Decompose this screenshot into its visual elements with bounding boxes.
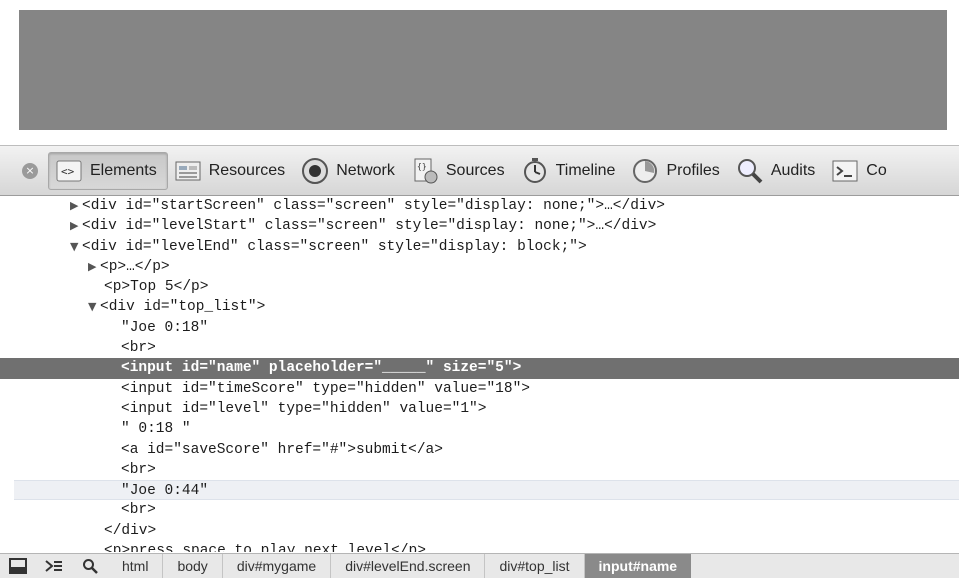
dom-node[interactable]: <br> xyxy=(0,338,959,358)
svg-text:{}: {} xyxy=(417,162,427,171)
breadcrumb-item[interactable]: div#top_list xyxy=(485,554,585,578)
tab-label: Co xyxy=(866,161,887,179)
tab-label: Sources xyxy=(445,161,505,179)
search-icon[interactable] xyxy=(72,554,108,578)
tab-label: Profiles xyxy=(666,161,720,179)
tab-resources[interactable]: Resources xyxy=(168,153,295,189)
tab-audits[interactable]: Audits xyxy=(730,153,825,189)
sources-icon: {} xyxy=(411,157,439,185)
breadcrumb-item[interactable]: body xyxy=(163,554,223,578)
dom-node[interactable]: <br> xyxy=(0,500,959,520)
dom-node[interactable]: ▼ <div id="levelEnd" class="screen" style… xyxy=(0,237,959,257)
elements-icon: <> xyxy=(55,157,83,185)
dom-node[interactable]: <p>press space to play next level</p> xyxy=(0,541,959,552)
dom-node[interactable]: <input id="level" type="hidden" value="1… xyxy=(0,399,959,419)
devtools-toolbar: × <> Elements Resources Network {} Sourc… xyxy=(0,145,959,196)
dom-node[interactable]: <br> xyxy=(0,460,959,480)
breadcrumb-item[interactable]: div#levelEnd.screen xyxy=(331,554,486,578)
audits-icon xyxy=(736,157,764,185)
resources-icon xyxy=(174,157,202,185)
breadcrumb-item[interactable]: html xyxy=(108,554,164,578)
tab-profiles[interactable]: Profiles xyxy=(625,153,729,189)
tab-label: Audits xyxy=(770,161,816,179)
dom-node[interactable]: ▶ <div id="startScreen" class="screen" st… xyxy=(0,196,959,216)
breadcrumb-item-active[interactable]: input#name xyxy=(584,554,692,578)
close-icon[interactable]: × xyxy=(22,162,38,179)
dom-node[interactable]: ▶ <p>…</p> xyxy=(0,257,959,277)
dock-icon[interactable] xyxy=(0,554,36,578)
dom-node[interactable]: <a id="saveScore" href="#">submit</a> xyxy=(0,440,959,460)
collapse-arrow-icon[interactable]: ▼ xyxy=(88,297,100,317)
tab-elements[interactable]: <> Elements xyxy=(48,151,168,190)
console-icon xyxy=(831,157,859,185)
tab-label: Network xyxy=(336,161,395,179)
dom-node[interactable]: ▶ <div id="levelStart" class="screen" sty… xyxy=(0,216,959,236)
tab-label: Elements xyxy=(90,161,157,179)
dom-tree: ▶ <div id="startScreen" class="screen" st… xyxy=(0,196,959,552)
dom-node[interactable]: ▼ <div id="top_list"> xyxy=(0,297,959,317)
tab-label: Resources xyxy=(208,161,286,179)
dom-node-selected[interactable]: <input id="name" placeholder="_____" siz… xyxy=(0,358,959,379)
network-icon xyxy=(301,157,329,185)
expand-arrow-icon[interactable]: ▶ xyxy=(88,257,100,277)
timeline-icon xyxy=(521,157,549,185)
dom-text-node[interactable]: "Joe 0:18" xyxy=(0,318,959,338)
tab-network[interactable]: Network xyxy=(295,153,405,189)
tab-console[interactable]: Co xyxy=(825,153,896,189)
tab-timeline[interactable]: Timeline xyxy=(515,153,626,189)
profiles-icon xyxy=(631,157,659,185)
dom-text-node[interactable]: " 0:18 " xyxy=(0,419,959,439)
breadcrumb-item[interactable]: div#mygame xyxy=(223,554,332,578)
collapse-arrow-icon[interactable]: ▼ xyxy=(70,237,82,257)
expand-arrow-icon[interactable]: ▶ xyxy=(70,196,82,216)
status-bar: html body div#mygame div#levelEnd.screen… xyxy=(0,553,959,578)
dom-node[interactable]: <input id="timeScore" type="hidden" valu… xyxy=(0,379,959,399)
expand-arrow-icon[interactable]: ▶ xyxy=(70,216,82,236)
tab-sources[interactable]: {} Sources xyxy=(405,153,515,189)
dom-node[interactable]: <p>Top 5</p> xyxy=(0,277,959,297)
tab-label: Timeline xyxy=(555,161,616,179)
dom-text-node-hover[interactable]: "Joe 0:44" xyxy=(14,480,959,501)
dom-node[interactable]: </div> xyxy=(0,521,959,541)
page-preview-area xyxy=(19,10,947,130)
console-toggle-icon[interactable] xyxy=(36,554,72,578)
svg-text:<>: <> xyxy=(61,165,75,178)
